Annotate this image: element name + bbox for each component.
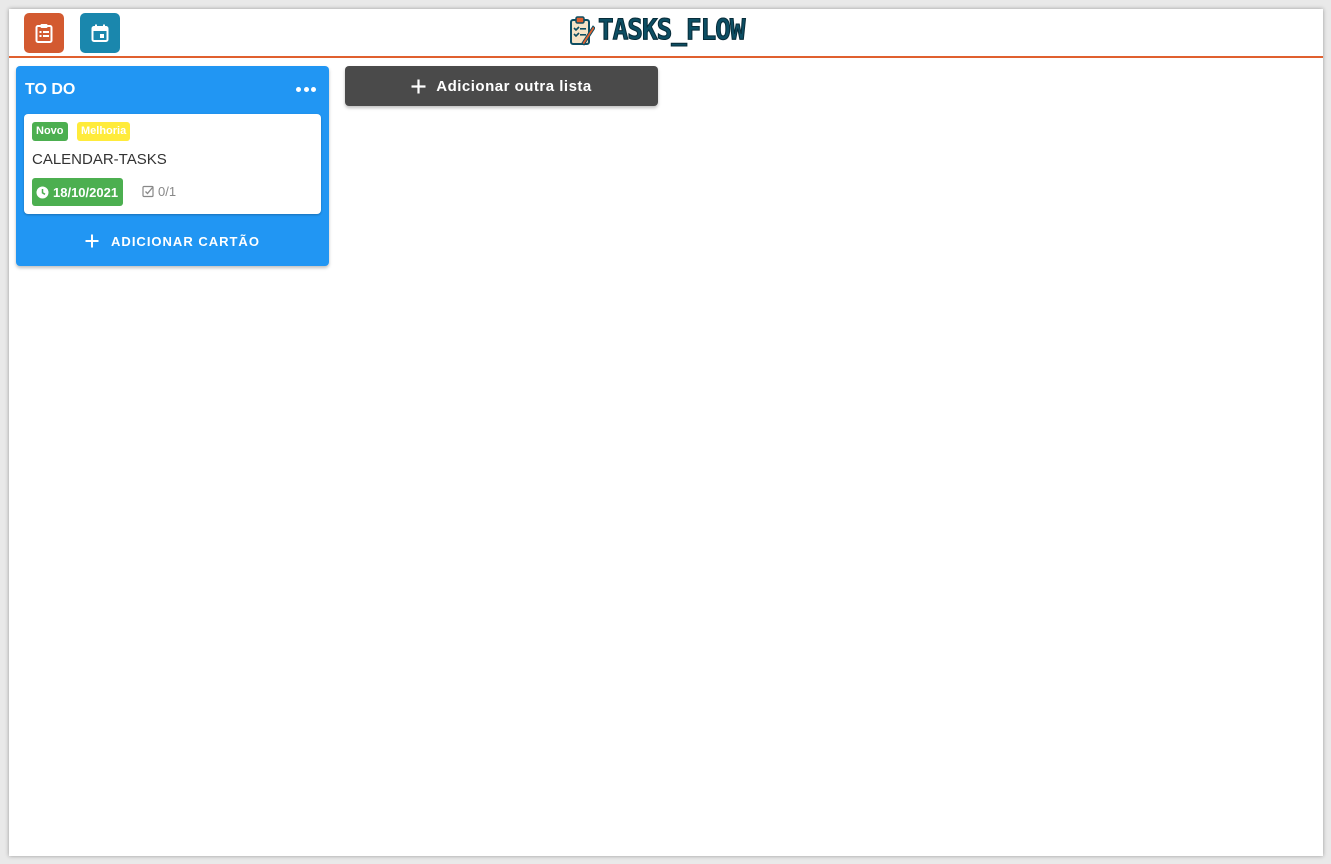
- tasks-nav-button[interactable]: [24, 13, 64, 53]
- clock-icon: [36, 186, 49, 198]
- checkbox-icon: [142, 185, 154, 198]
- add-list-label: Adicionar outra lista: [436, 77, 592, 95]
- add-card-button[interactable]: ADICIONAR CARTÃO: [16, 226, 329, 256]
- list-menu-button[interactable]: [296, 82, 316, 96]
- tag-melhoria: Melhoria: [77, 122, 131, 141]
- card-title: CALENDAR-TASKS: [32, 151, 167, 168]
- top-bar: TASKS_FLOW: [9, 9, 1323, 58]
- calendar-nav-button[interactable]: [80, 13, 120, 53]
- app-window: TASKS_FLOW TO DO Novo Melhoria CALENDAR-…: [9, 9, 1323, 856]
- checklist-indicator: 0/1: [142, 184, 176, 199]
- checklist-count: 0/1: [158, 184, 177, 199]
- calendar-icon: [91, 24, 109, 42]
- more-dots-icon: [303, 86, 309, 92]
- tag-novo: Novo: [32, 122, 68, 141]
- task-card[interactable]: Novo Melhoria CALENDAR-TASKS 18/10/2021 …: [24, 114, 321, 214]
- list-title: TO DO: [25, 81, 76, 98]
- list-todo: TO DO Novo Melhoria CALENDAR-TASKS 18/10…: [16, 66, 329, 266]
- add-list-button[interactable]: Adicionar outra lista: [345, 66, 658, 106]
- more-dots-icon: [311, 86, 316, 92]
- due-date-badge[interactable]: 18/10/2021: [32, 178, 124, 206]
- logo-clipboard-icon: [570, 16, 595, 46]
- logo-text: TASKS_FLOW: [598, 14, 747, 48]
- app-logo[interactable]: TASKS_FLOW: [569, 14, 747, 48]
- add-card-label: ADICIONAR CARTÃO: [111, 233, 260, 249]
- more-dots-icon: [296, 86, 301, 92]
- plus-icon: [85, 234, 99, 248]
- clipboard-list-icon: [35, 24, 53, 43]
- plus-icon: [411, 79, 426, 93]
- due-date-text: 18/10/2021: [53, 184, 119, 200]
